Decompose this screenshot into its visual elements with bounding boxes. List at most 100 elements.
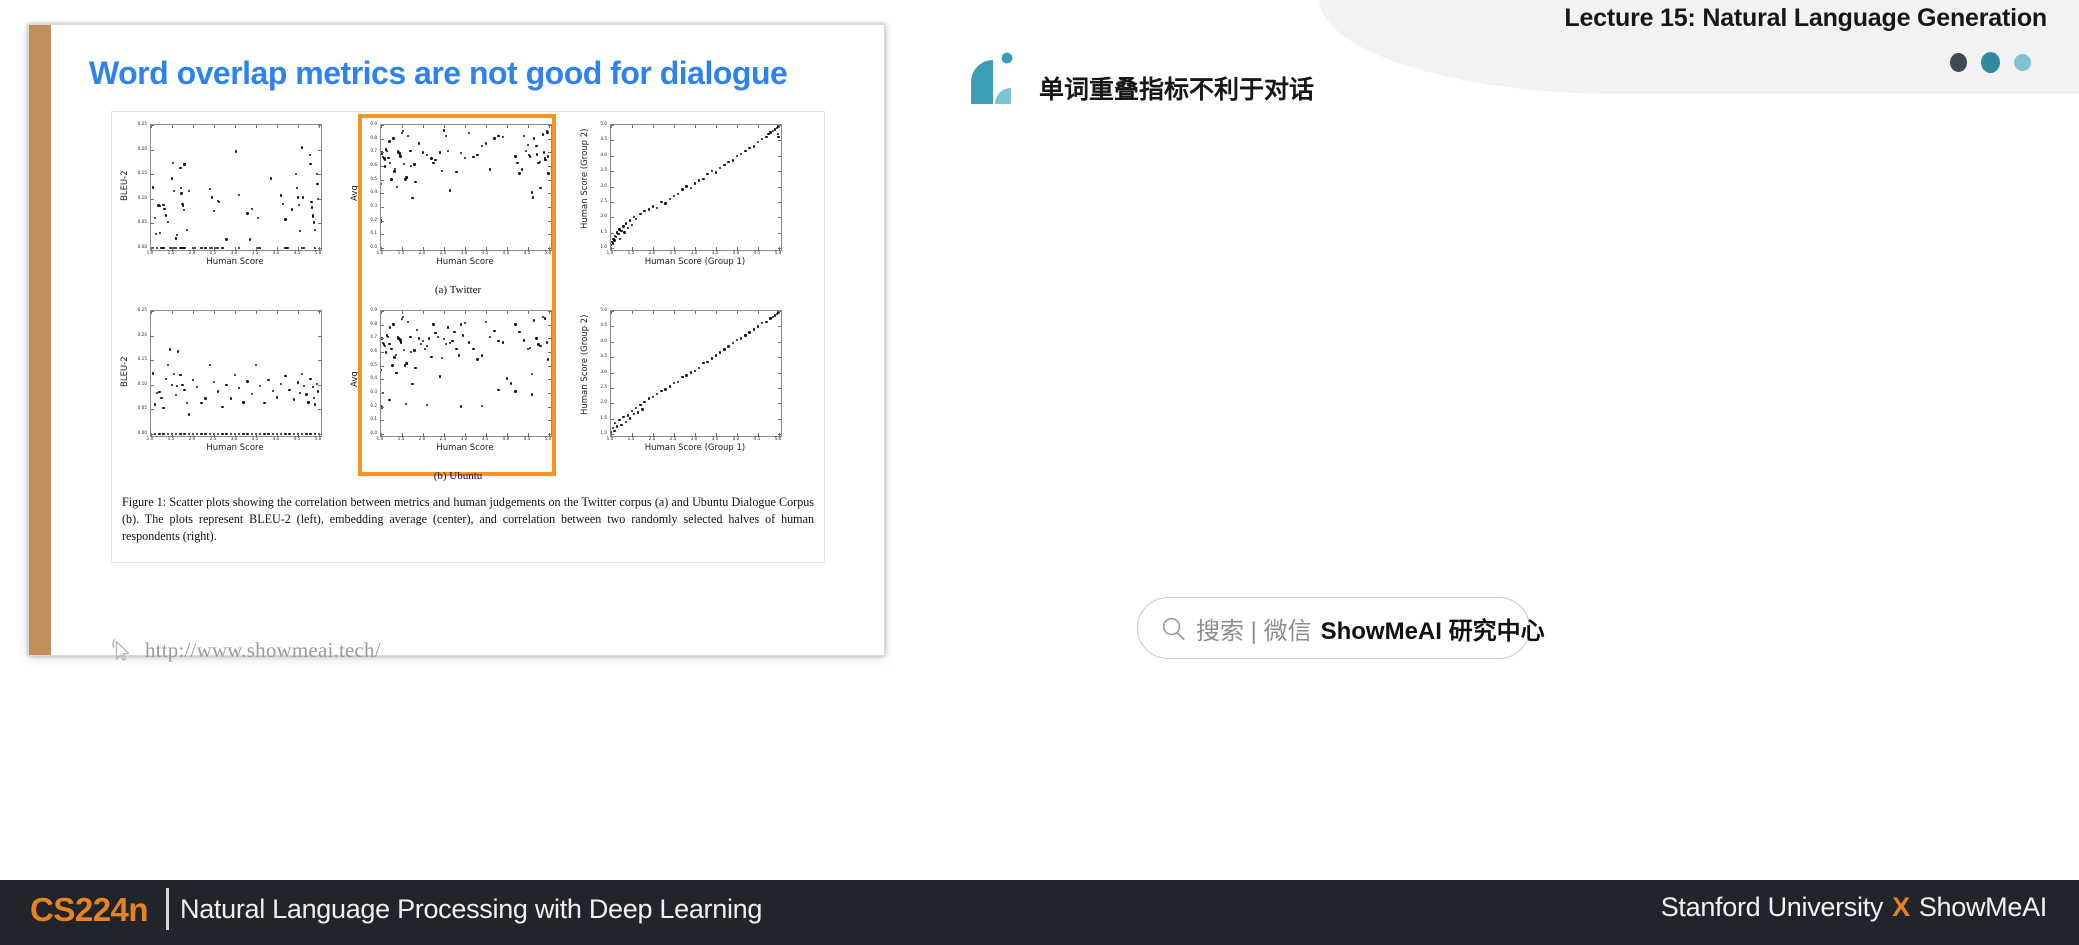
y-tickmark-right [318,198,321,200]
x-tickmark-top [172,125,173,128]
data-point [544,158,547,162]
y-tick-label: 0.25 [137,307,147,312]
data-point [761,137,764,141]
data-point [238,432,241,436]
data-point [393,170,396,173]
data-point [693,369,697,373]
data-point [217,246,220,250]
data-point [301,196,305,199]
data-point [403,364,407,367]
data-point [622,225,625,228]
x-tick-label: 1.5 [627,250,635,255]
data-point [480,404,483,408]
data-point [160,396,163,400]
x-tickmark-top [507,125,508,128]
data-point [444,134,448,138]
x-tickmark-top [528,125,529,128]
y-tickmark-right [778,387,781,389]
data-point [303,384,306,387]
header-decor-dots [1950,52,2031,73]
data-point [212,209,216,213]
data-point [316,182,319,186]
x-tickmark-top [758,311,759,314]
data-point [400,132,404,135]
footer-stanford: Stanford University [1660,892,1884,922]
slide-url-text[interactable]: http://www.showmeai.tech/ [145,638,381,663]
data-point [457,354,460,357]
x-tick-label: 1.0 [146,250,154,255]
search-pill[interactable]: 搜索 | 微信 ShowMeAI 研究中心 [1137,597,1545,659]
x-tickmark-top [402,311,403,314]
y-tick-label: 0.5 [370,175,377,181]
data-point [520,168,523,171]
data-point [518,172,521,175]
data-point [731,342,734,345]
data-point [210,246,214,250]
x-tick-label: 3.0 [690,250,698,255]
figure-block: 0.00 0.05 0.10 0.15 0.20 0.25 1.0 1.5 2.0 2.5 3.0 3… [111,111,825,563]
data-point [624,222,627,225]
data-point [388,140,391,143]
y-tickmark [381,179,384,181]
data-point [267,378,270,382]
x-tick-label: 4.5 [523,250,531,255]
x-tick-label: 1.0 [146,436,154,441]
data-point [543,317,546,320]
x-tick-label: 5.0 [544,250,552,255]
x-tick-label: 3.0 [460,250,468,255]
data-point [455,348,458,351]
data-point [180,186,183,190]
data-point [672,382,676,385]
x-tick-label: 1.0 [606,436,614,441]
data-point [531,196,535,199]
y-tickmark-right [548,125,551,126]
x-tick-label: 5.0 [314,250,322,255]
data-point [395,371,398,375]
data-point [417,142,420,145]
data-point [282,203,285,206]
y-tickmark-right [778,248,781,249]
data-point [175,432,178,436]
data-point [386,149,389,153]
y-tickmark [151,409,154,411]
y-tickmark-right [548,166,551,167]
data-point [630,223,634,227]
data-point [171,161,175,165]
data-point [309,162,312,166]
data-point [246,380,249,383]
data-point [309,432,312,436]
y-tickmark [381,138,384,140]
data-point [614,422,617,425]
plot-area-ubuntu-human-split [610,310,782,437]
x-tick-label: 5.0 [314,436,322,441]
data-point [698,366,701,370]
data-point [159,231,162,234]
x-tick-label: 3.0 [690,436,698,441]
data-point [181,204,185,207]
data-point [461,334,465,337]
y-tick-label: 0.25 [137,121,147,126]
data-point [428,337,431,340]
data-point [468,341,471,344]
data-point [292,398,295,401]
y-tick-label: 5.0 [600,307,607,312]
data-point [388,398,391,402]
data-point [616,425,619,428]
data-point [154,403,157,406]
x-tickmark-top [235,311,236,314]
data-point [210,196,214,199]
y-tickmark [611,387,614,389]
footer-x: X [1892,892,1910,922]
y-tickmark-right [778,403,781,405]
x-tick-label: 3.0 [230,250,238,255]
data-point [271,389,274,392]
data-point [505,377,509,380]
y-tick-label: 0.9 [370,307,377,312]
data-point [472,155,475,159]
y-tickmark [151,125,154,126]
data-point [154,232,158,235]
data-point [384,165,387,168]
data-point [196,432,199,436]
y-tickmark [381,220,384,222]
data-point [399,155,402,158]
